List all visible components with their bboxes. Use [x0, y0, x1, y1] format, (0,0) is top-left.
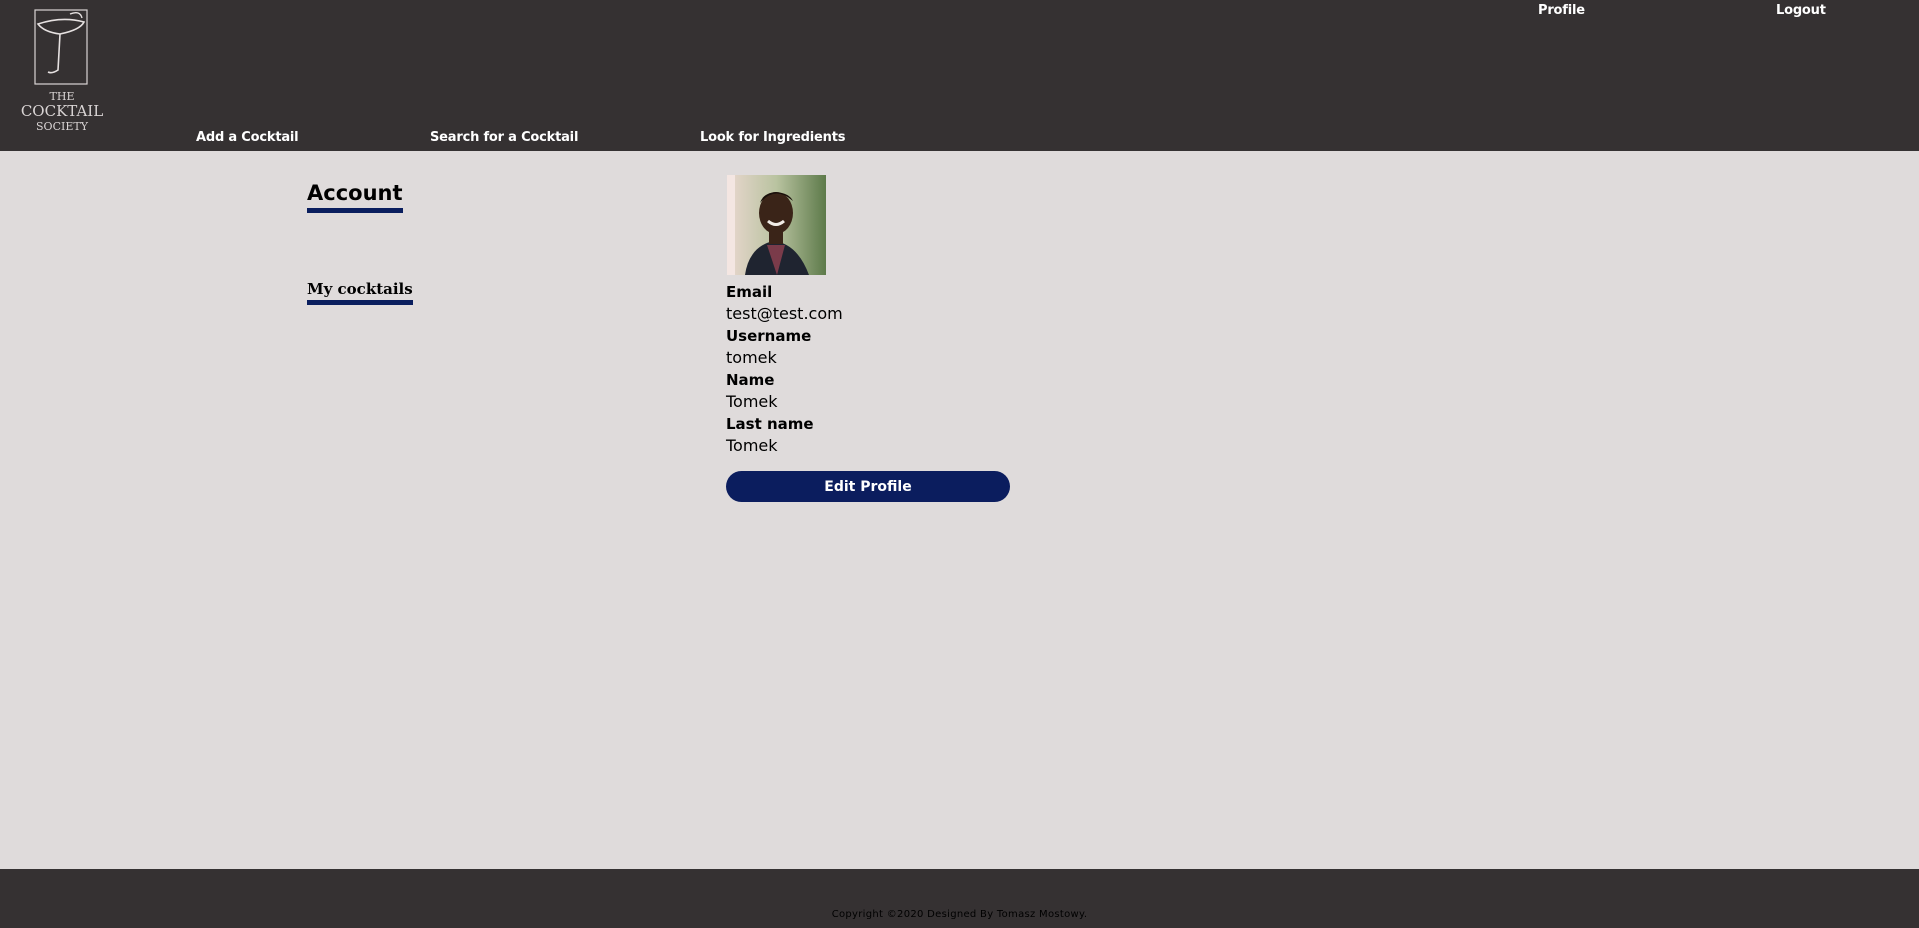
copyright-text: Copyright ©2020 Designed By Tomasz Mosto… [831, 909, 1088, 920]
edit-profile-button[interactable]: Edit Profile [726, 471, 1010, 502]
cocktail-glass-logo-icon: THE COCKTAIL SOCIETY [21, 9, 103, 133]
account-title: Account [307, 180, 403, 213]
username-value: tomek [726, 348, 777, 367]
email-label: Email [726, 283, 773, 301]
svg-text:SOCIETY: SOCIETY [36, 120, 89, 133]
name-value: Tomek [726, 392, 778, 411]
site-header: THE COCKTAIL SOCIETY Profile Logout Add … [0, 0, 1919, 151]
nav-add-cocktail[interactable]: Add a Cocktail [196, 130, 299, 145]
avatar-image-icon [727, 175, 826, 275]
last-name-value: Tomek [726, 436, 778, 455]
username-label: Username [726, 327, 812, 345]
nav-search-cocktail[interactable]: Search for a Cocktail [430, 130, 578, 145]
site-footer: Copyright ©2020 Designed By Tomasz Mosto… [0, 869, 1919, 928]
email-value: test@test.com [726, 304, 843, 323]
profile-link[interactable]: Profile [1538, 3, 1585, 18]
logout-link[interactable]: Logout [1776, 3, 1826, 18]
svg-text:COCKTAIL: COCKTAIL [21, 102, 103, 120]
last-name-label: Last name [726, 415, 814, 433]
nav-look-ingredients[interactable]: Look for Ingredients [700, 130, 845, 145]
profile-avatar [727, 175, 826, 275]
name-label: Name [726, 371, 775, 389]
site-logo[interactable]: THE COCKTAIL SOCIETY [14, 8, 110, 138]
my-cocktails-link[interactable]: My cocktails [307, 279, 413, 305]
